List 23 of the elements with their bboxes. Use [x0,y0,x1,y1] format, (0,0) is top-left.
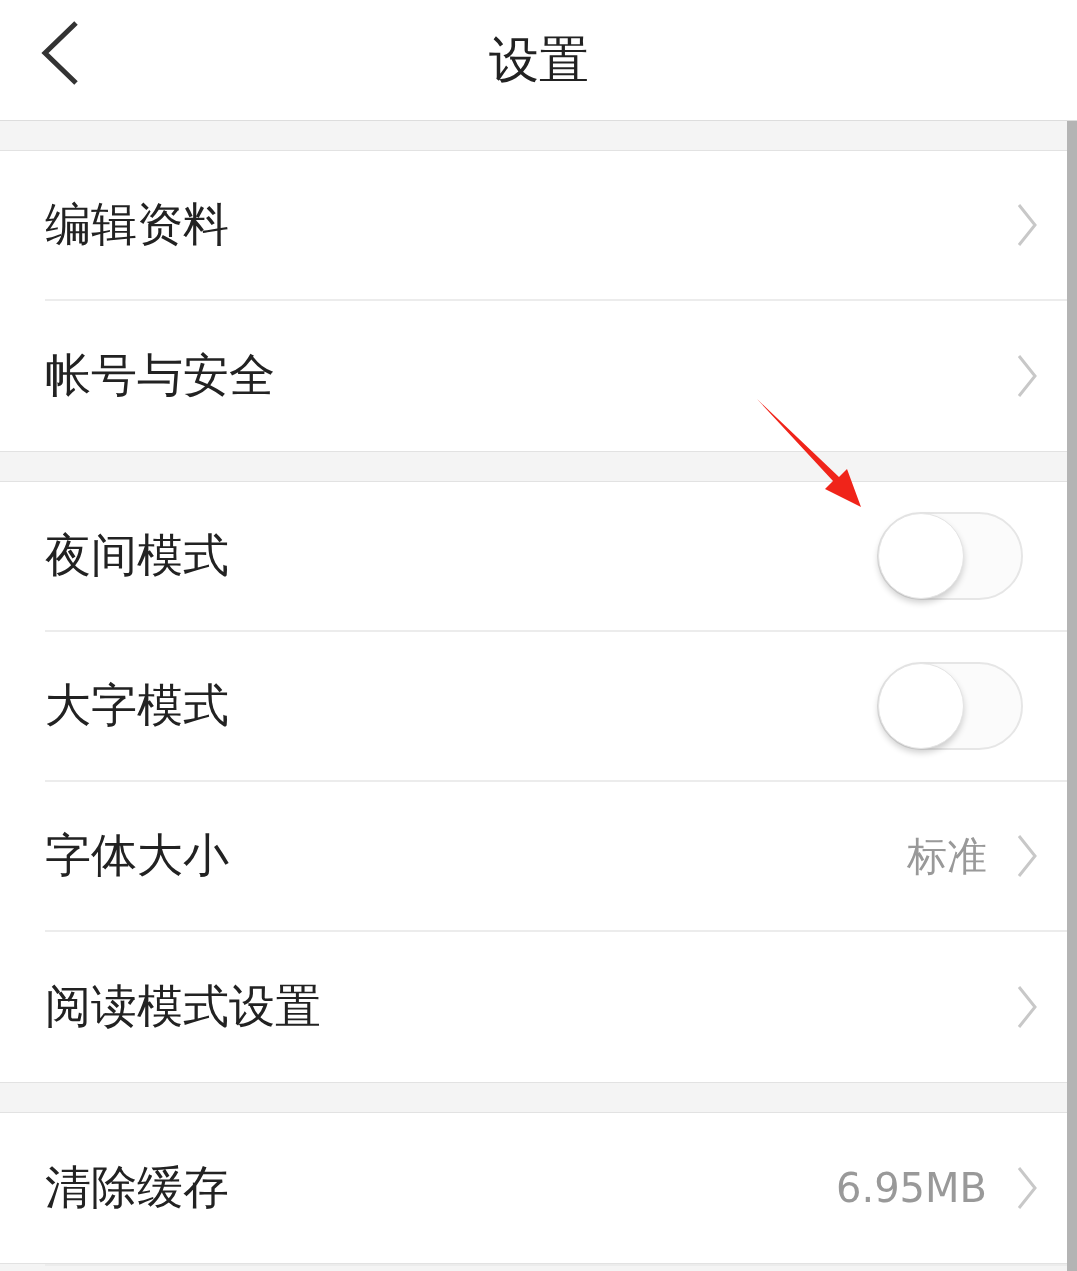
settings-row[interactable]: 清除缓存 6.95MB [45,1113,1067,1263]
page-title: 设置 [488,29,589,91]
setting-value: 标准 [907,831,987,881]
setting-label: 夜间模式 [45,527,230,584]
settings-row[interactable]: 阅读模式设置 [45,932,1067,1082]
chevron-icon [1017,1166,1037,1210]
chevron-icon [1017,203,1037,247]
setting-value: 6.95MB [836,1165,987,1211]
chevron-icon [1017,834,1037,878]
setting-label: 字体大小 [45,827,230,884]
settings-row[interactable]: 帐号与安全 [45,301,1067,451]
toggle-switch[interactable] [877,662,1023,750]
toggle-switch[interactable] [877,512,1023,600]
chevron-icon [1017,985,1037,1029]
setting-label: 大字模式 [45,677,230,734]
settings-row[interactable]: 夜间模式 [45,482,1067,632]
chevron-icon [1017,354,1037,398]
settings-row[interactable]: 大字模式 [45,632,1067,782]
setting-label: 清除缓存 [45,1159,230,1216]
setting-label: 帐号与安全 [45,347,276,404]
setting-label: 阅读模式设置 [45,978,322,1035]
setting-label: 编辑资料 [45,196,230,253]
back-icon[interactable] [40,20,80,86]
